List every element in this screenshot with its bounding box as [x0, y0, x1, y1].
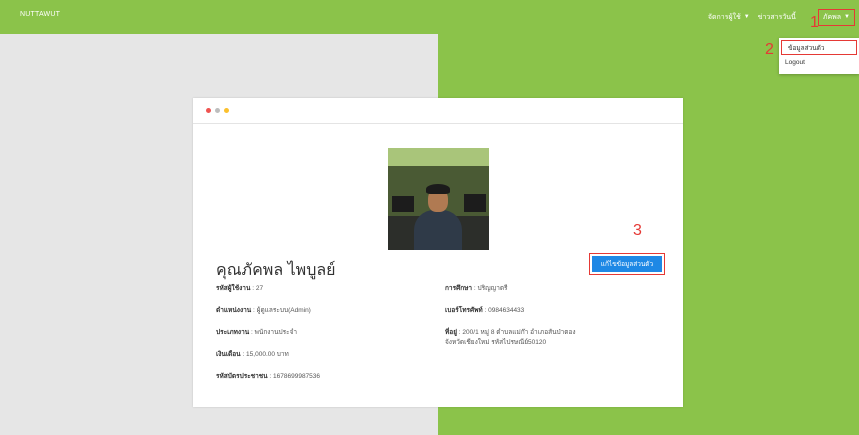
step-marker-2: 2 — [765, 41, 774, 58]
caret-down-icon: ▼ — [844, 14, 850, 20]
edit-profile-button[interactable]: แก้ไขข้อมูลส่วนตัว — [589, 253, 665, 275]
nav-item-label: จัดการผู้ใช้ — [707, 13, 741, 21]
info-row: ตำแหน่งงาน : ผู้ดูแลระบบ(Admin) — [216, 307, 311, 314]
info-row: เงินเดือน : 15,000.00 บาท — [216, 351, 289, 358]
window-dot-red-icon — [206, 108, 211, 113]
nav-item-news[interactable]: ข่าวสารวันนี้ — [758, 12, 796, 23]
dropdown-item-profile[interactable]: ข้อมูลส่วนตัว — [781, 40, 857, 55]
window-dot-yellow-icon — [224, 108, 229, 113]
user-dropdown: ข้อมูลส่วนตัว Logout — [779, 38, 859, 74]
brand-logo[interactable]: NUTTAWUT — [20, 11, 60, 18]
nav-item-manage-users[interactable]: จัดการผู้ใช้ ▼ — [708, 12, 750, 23]
info-row: รหัสบัตรประชาชน : 1678699987536 — [216, 373, 321, 380]
info-row: ที่อยู่ : 200/1 หมู่ 8 ตำบลแม่ก๊า อำเภอส… — [445, 329, 576, 336]
step-marker-1: 1 — [810, 14, 819, 31]
profile-name: คุณภัคพล ไพบูลย์ — [216, 262, 336, 279]
caret-down-icon: ▼ — [743, 14, 750, 20]
info-row: รหัสผู้ใช้งาน : 27 — [216, 285, 264, 292]
profile-photo — [388, 148, 489, 250]
window-dot-gray-icon — [215, 108, 220, 113]
user-name: ภัคพล — [822, 13, 842, 21]
info-row: ประเภทงาน : พนักงานประจำ — [216, 329, 298, 336]
top-navbar: NUTTAWUT จัดการผู้ใช้ ▼ ข่าวสารวันนี้ ภั… — [0, 0, 859, 34]
user-menu-toggle[interactable]: ภัคพล ▼ — [817, 8, 855, 26]
info-row: การศึกษา : ปริญญาตรี — [445, 285, 508, 292]
profile-window: คุณภัคพล ไพบูลย์ 3 แก้ไขข้อมูลส่วนตัว รห… — [193, 98, 683, 407]
info-row: เบอร์โทรศัพท์ : 0984634433 — [445, 307, 525, 314]
step-marker-3: 3 — [633, 222, 642, 239]
nav-menu: จัดการผู้ใช้ ▼ ข่าวสารวันนี้ ภัคพล ▼ — [700, 0, 855, 34]
window-header — [193, 98, 683, 124]
dropdown-item-logout[interactable]: Logout — [779, 55, 859, 70]
nav-item-label: ข่าวสารวันนี้ — [757, 13, 796, 21]
info-row: จังหวัดเชียงใหม่ รหัสไปรษณีย์50120 — [445, 339, 547, 346]
